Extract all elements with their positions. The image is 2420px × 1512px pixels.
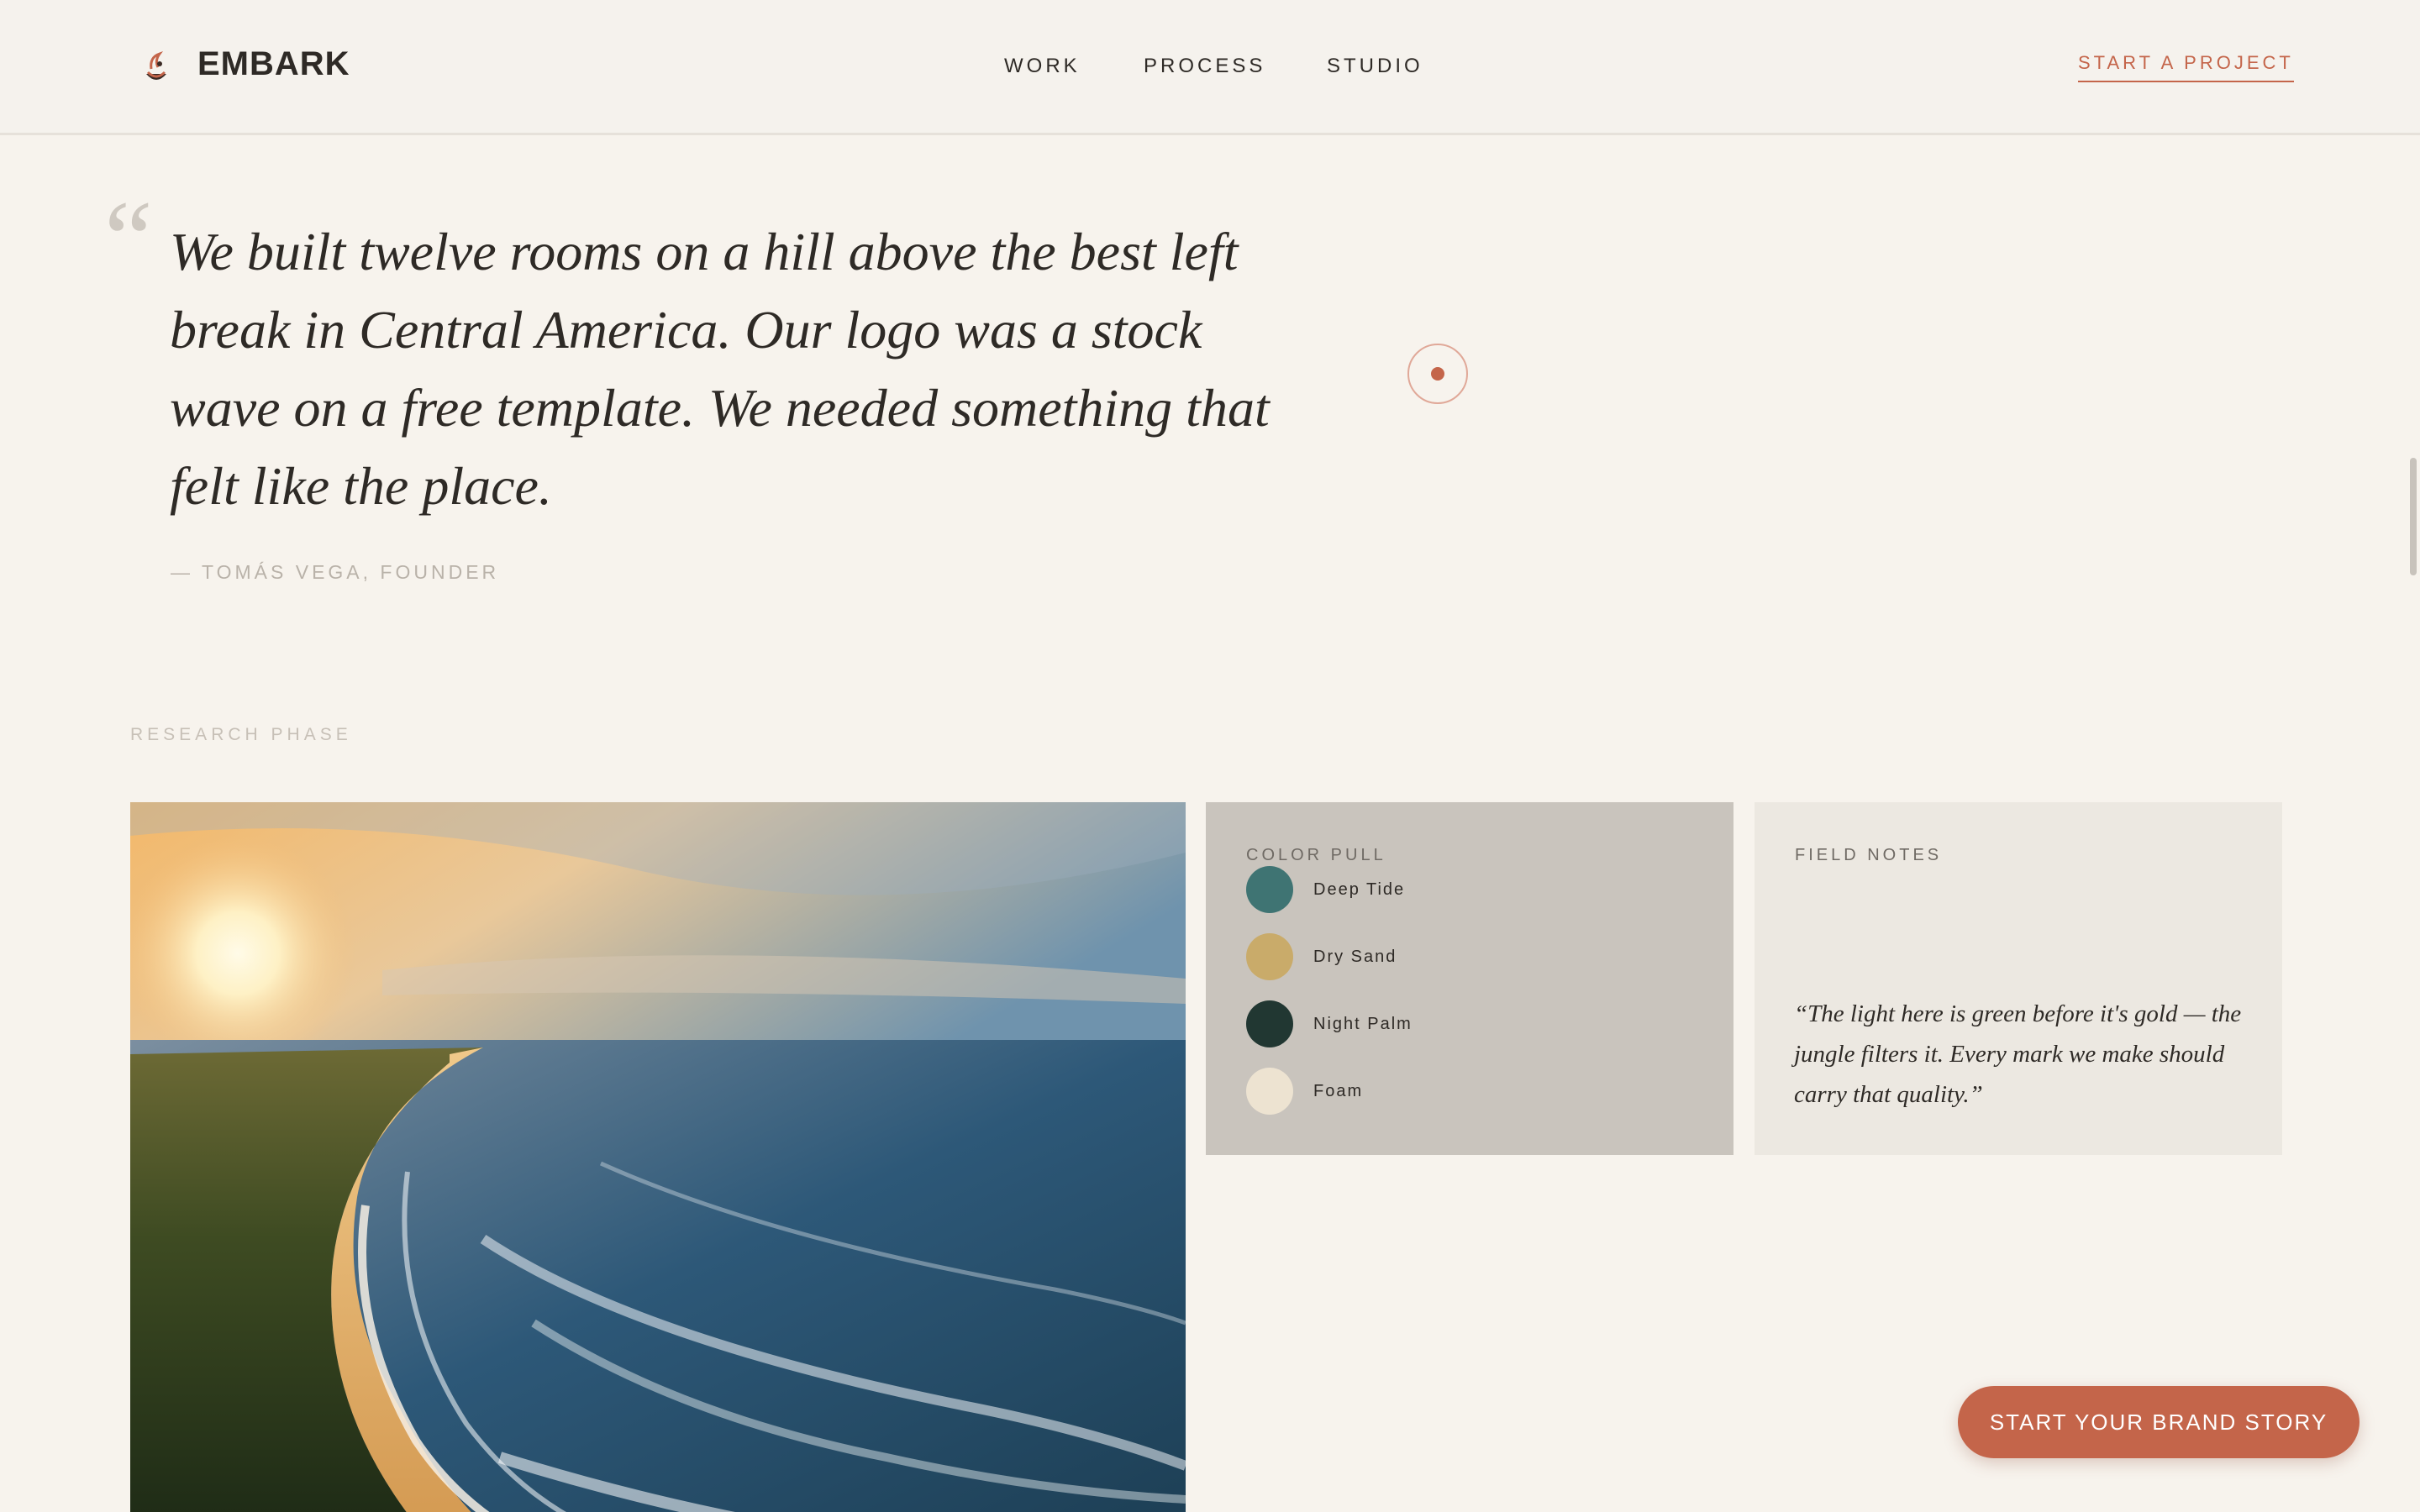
nav-process[interactable]: PROCESS — [1144, 55, 1265, 78]
color-pull-label: COLOR PULL — [1246, 846, 1386, 864]
swatch-label: Night Palm — [1313, 1014, 1413, 1033]
swatch-label: Dry Sand — [1313, 947, 1397, 966]
scrollbar-thumb[interactable] — [2410, 458, 2417, 575]
nav-studio[interactable]: STUDIO — [1327, 55, 1423, 78]
swatch-foam — [1246, 1068, 1293, 1115]
swatch-label: Deep Tide — [1313, 879, 1406, 899]
beach-sunset-photo — [130, 802, 1186, 1512]
swatch-night-palm — [1246, 1000, 1293, 1047]
nav-work[interactable]: WORK — [1004, 55, 1081, 78]
swatch-row-dry-sand: Dry Sand — [1246, 933, 1397, 980]
custom-cursor-dot — [1431, 367, 1444, 381]
section-label: RESEARCH PHASE — [130, 725, 352, 744]
wave-logo-icon[interactable] — [139, 49, 173, 86]
swatch-deep-tide — [1246, 866, 1293, 913]
site-header: EMBARK WORK PROCESS STUDIO START A PROJE… — [0, 0, 2420, 135]
color-pull-card: COLOR PULL Deep Tide Dry Sand Night Palm… — [1206, 802, 1733, 1155]
swatch-label: Foam — [1313, 1081, 1364, 1100]
field-notes-label: FIELD NOTES — [1795, 846, 1943, 864]
field-notes-text: “The light here is green before it's gol… — [1794, 1000, 2242, 1108]
swatch-row-foam: Foam — [1246, 1068, 1363, 1115]
field-notes-card: FIELD NOTES “The light here is green bef… — [1754, 802, 2282, 1155]
testimonial-quote: We built twelve rooms on a hill above th… — [170, 222, 1270, 516]
swatch-row-night-palm: Night Palm — [1246, 1000, 1413, 1047]
start-brand-story-button[interactable]: START YOUR BRAND STORY — [1958, 1386, 2360, 1458]
swatch-dry-sand — [1246, 933, 1293, 980]
testimonial-attribution: — TOMÁS VEGA, FOUNDER — [171, 561, 500, 583]
start-project-link[interactable]: START A PROJECT — [2078, 52, 2294, 82]
quote-mark-icon: “ — [104, 179, 153, 300]
swatch-row-deep-tide: Deep Tide — [1246, 866, 1405, 913]
brand-name[interactable]: EMBARK — [197, 45, 350, 83]
